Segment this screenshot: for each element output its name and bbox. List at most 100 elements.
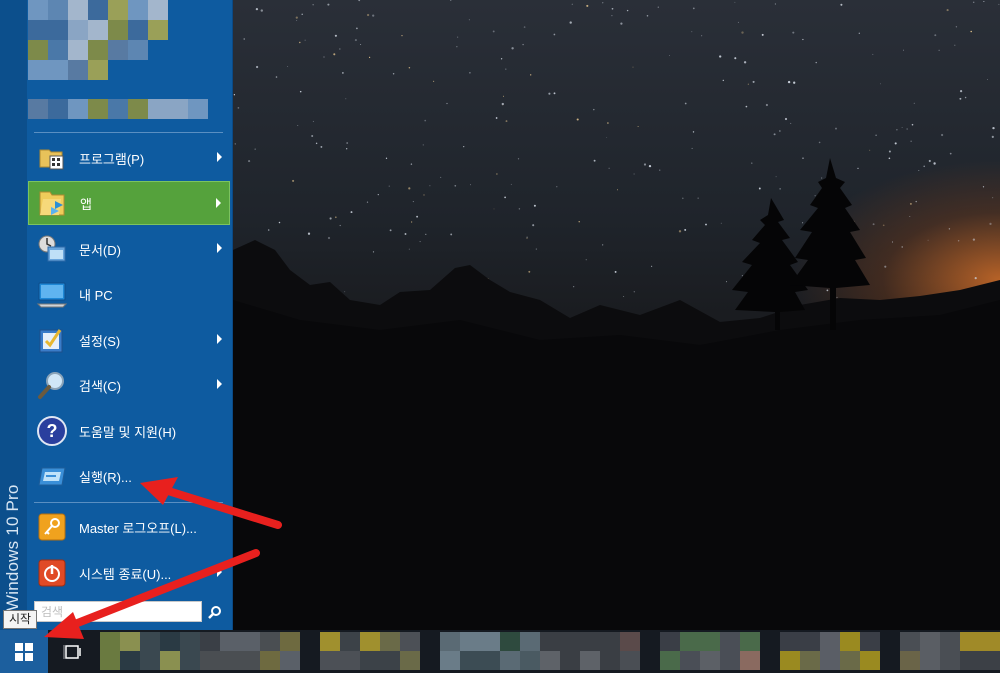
taskbar-app-button[interactable] (320, 632, 438, 671)
start-search-input[interactable] (35, 602, 201, 621)
avatar-pixel (148, 99, 168, 119)
menu-separator (34, 132, 223, 133)
taskbar (0, 630, 1000, 673)
start-button[interactable] (0, 630, 48, 673)
taskbar-app-button[interactable] (900, 632, 1000, 671)
app-thumbnail-pixel (240, 651, 260, 670)
menu-item-logoff[interactable]: Master 로그오프(L)... (28, 505, 230, 549)
app-thumbnail-pixel (620, 632, 640, 651)
avatar-pixel (128, 20, 148, 40)
avatar-pixel (48, 20, 68, 40)
menu-item-label: 문서(D) (79, 242, 121, 258)
avatar-pixel (68, 20, 88, 40)
app-thumbnail-pixel (980, 632, 1000, 651)
search-magnifier-icon (35, 368, 69, 402)
app-thumbnail-pixel (800, 651, 820, 670)
app-thumbnail-pixel (720, 632, 740, 651)
search-button[interactable] (204, 601, 226, 622)
menu-item-this-pc[interactable]: 내 PC (28, 272, 230, 316)
app-thumbnail-pixel (840, 632, 860, 651)
avatar-pixel (128, 99, 148, 119)
menu-item-programs[interactable]: 프로그램(P) (28, 136, 230, 180)
start-search-box[interactable] (34, 601, 202, 622)
submenu-arrow-icon (217, 334, 222, 344)
avatar-pixel (88, 40, 108, 60)
app-thumbnail-pixel (180, 651, 200, 670)
documents-icon (35, 232, 69, 266)
menu-item-apps[interactable]: 앱 (28, 181, 230, 225)
app-thumbnail-pixel (260, 651, 280, 670)
help-icon: ? (35, 414, 69, 448)
computer-icon (35, 277, 69, 311)
menu-item-help[interactable]: ? 도움말 및 지원(H) (28, 409, 230, 453)
taskbar-app-button[interactable] (200, 632, 318, 671)
app-thumbnail-pixel (380, 651, 400, 670)
logoff-key-icon (35, 510, 69, 544)
app-thumbnail-pixel (600, 632, 620, 651)
apps-folder-icon (36, 186, 70, 220)
task-view-icon (63, 644, 81, 659)
app-thumbnail-pixel (560, 651, 580, 670)
avatar-pixel (48, 60, 68, 80)
app-thumbnail-pixel (460, 651, 480, 670)
user-account-area[interactable] (28, 0, 228, 125)
menu-item-label: 도움말 및 지원(H) (79, 424, 177, 440)
menu-separator (34, 502, 223, 503)
app-thumbnail-pixel (400, 651, 420, 670)
programs-folder-icon (35, 141, 69, 175)
app-thumbnail-pixel (100, 651, 120, 670)
app-thumbnail-pixel (660, 651, 680, 670)
menu-item-settings[interactable]: 설정(S) (28, 318, 230, 362)
app-thumbnail-pixel (800, 632, 820, 651)
app-thumbnail-pixel (280, 651, 300, 670)
app-thumbnail-pixel (280, 632, 300, 651)
menu-item-label: 검색(C) (79, 378, 121, 394)
app-thumbnail-pixel (700, 632, 720, 651)
app-thumbnail-pixel (540, 651, 560, 670)
menu-item-search[interactable]: 검색(C) (28, 363, 230, 407)
avatar-pixel (48, 40, 68, 60)
app-thumbnail-pixel (160, 632, 180, 651)
app-thumbnail-pixel (340, 651, 360, 670)
avatar-pixel (28, 20, 48, 40)
avatar-pixel (68, 40, 88, 60)
brand-label: Windows 10 Pro (3, 484, 22, 611)
avatar-pixel (48, 0, 68, 20)
taskbar-app-button[interactable] (780, 632, 898, 671)
app-thumbnail-pixel (200, 632, 220, 651)
run-icon (35, 459, 69, 493)
app-thumbnail-pixel (980, 651, 1000, 670)
app-thumbnail-pixel (500, 632, 520, 651)
avatar-pixel (88, 60, 108, 80)
app-thumbnail-pixel (900, 632, 920, 651)
app-thumbnail-pixel (740, 651, 760, 670)
menu-item-label: 시스템 종료(U)... (79, 566, 172, 582)
app-thumbnail-pixel (440, 651, 460, 670)
taskbar-app-button[interactable] (660, 632, 778, 671)
app-thumbnail-pixel (500, 651, 520, 670)
app-thumbnail-pixel (140, 632, 160, 651)
app-thumbnail-pixel (240, 632, 260, 651)
menu-item-shutdown[interactable]: 시스템 종료(U)... (28, 551, 230, 595)
menu-item-label: 실행(R)... (79, 469, 132, 485)
app-thumbnail-pixel (540, 632, 560, 651)
task-view-button[interactable] (50, 630, 96, 673)
app-thumbnail-pixel (580, 632, 600, 651)
submenu-arrow-icon (217, 379, 222, 389)
app-thumbnail-pixel (320, 632, 340, 651)
submenu-arrow-icon (217, 152, 222, 162)
app-thumbnail-pixel (960, 651, 980, 670)
avatar-pixel (28, 99, 48, 119)
menu-item-run[interactable]: 실행(R)... (28, 454, 230, 498)
app-thumbnail-pixel (360, 651, 380, 670)
app-thumbnail-pixel (920, 651, 940, 670)
app-thumbnail-pixel (400, 632, 420, 651)
menu-item-documents[interactable]: 문서(D) (28, 227, 230, 271)
avatar-pixel (108, 40, 128, 60)
app-thumbnail-pixel (160, 651, 180, 670)
brand-strip: Windows 10 Pro (0, 0, 27, 630)
taskbar-app-button[interactable] (540, 632, 658, 671)
app-thumbnail-pixel (120, 632, 140, 651)
app-thumbnail-pixel (480, 632, 500, 651)
app-thumbnail-pixel (920, 632, 940, 651)
